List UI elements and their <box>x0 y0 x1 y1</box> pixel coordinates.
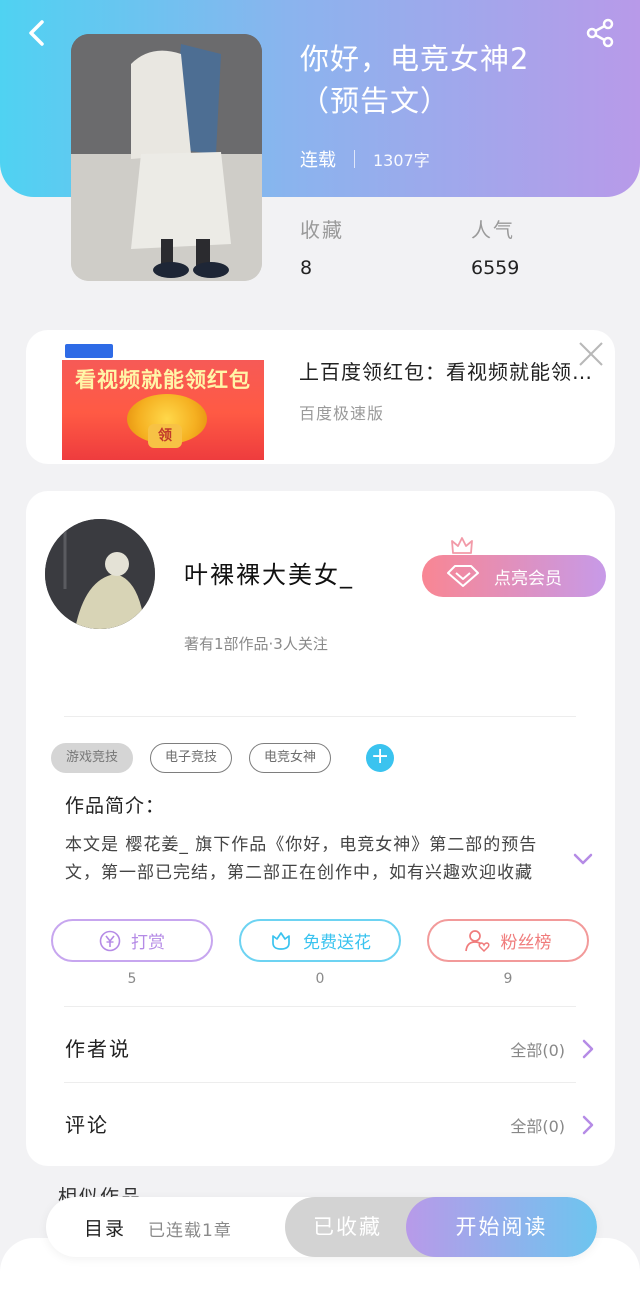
fan-count: 9 <box>503 971 513 987</box>
chevron-right-icon <box>582 1039 594 1059</box>
ad-brand-logo <box>65 344 113 358</box>
flower-count: 0 <box>315 971 325 987</box>
serial-status: 连载 <box>300 150 336 171</box>
tag-chip[interactable]: 电子竞技 <box>150 743 233 773</box>
reward-count: 5 <box>127 971 137 987</box>
send-flower-button[interactable]: 免费送花 <box>239 919 401 962</box>
vip-button-label: 点亮会员 <box>494 568 562 589</box>
divider <box>64 1082 576 1083</box>
comments-row[interactable]: 评论 全部(0) <box>65 1109 595 1139</box>
stat-value: 8 <box>300 257 313 279</box>
activate-vip-button[interactable]: 点亮会员 <box>422 555 606 597</box>
tag-list: 游戏竞技 电子竞技 电竞女神 + <box>51 743 395 773</box>
divider <box>64 1006 576 1007</box>
author-says-row[interactable]: 作者说 全部(0) <box>65 1033 595 1063</box>
book-detail-card: 叶裸裸大美女_ 著有1部作品·3人关注 点亮会员 游戏竞技 电子竞技 电竞女神 … <box>26 491 615 1166</box>
send-flower-label: 免费送花 <box>303 933 371 953</box>
table-of-contents-button[interactable]: 目录 <box>84 1214 126 1241</box>
stat-popularity: 人气 6559 <box>471 214 519 279</box>
chapter-status[interactable]: 已连载1章 <box>148 1216 232 1241</box>
book-meta: 连载 1307字 <box>300 146 430 172</box>
ad-image[interactable]: 看视频就能领红包 领 <box>62 342 264 460</box>
comments-label: 评论 <box>65 1113 109 1137</box>
chevron-right-icon <box>582 1115 594 1135</box>
stat-label: 收藏 <box>300 218 344 242</box>
tag-chip[interactable]: 游戏竞技 <box>51 743 134 773</box>
divider <box>64 716 576 717</box>
ad-image-slogan: 看视频就能领红包 <box>75 368 251 392</box>
close-icon[interactable] <box>577 340 605 368</box>
ad-image-seal: 领 <box>148 424 182 448</box>
fan-ranking-button[interactable]: 粉丝榜 <box>427 919 589 962</box>
author-meta: 著有1部作品·3人关注 <box>184 635 328 653</box>
tag-chip[interactable]: 电竞女神 <box>249 743 332 773</box>
fan-ranking-label: 粉丝榜 <box>500 933 552 953</box>
flower-icon <box>272 931 290 950</box>
reward-label: 打赏 <box>131 933 165 953</box>
cover-illustration <box>71 34 262 281</box>
add-tag-plus-icon[interactable]: + <box>366 744 395 772</box>
intro-text: 本文是 樱花姜_ 旗下作品《你好，电竞女神》第二部的预告文，第一部已完结，第二部… <box>65 835 538 883</box>
author-name[interactable]: 叶裸裸大美女_ <box>184 555 354 590</box>
ad-subtitle: 百度极速版 <box>299 404 385 423</box>
crown-icon <box>451 537 473 557</box>
start-reading-button[interactable]: 开始阅读 <box>406 1197 597 1257</box>
stat-label: 人气 <box>471 218 515 242</box>
reward-button[interactable]: 打赏 <box>51 919 213 962</box>
author-says-count: 全部(0) <box>510 1041 565 1060</box>
comments-count: 全部(0) <box>510 1117 565 1136</box>
intro-label: 作品简介： <box>65 795 166 817</box>
yen-coin-icon <box>99 930 121 951</box>
book-title-line1: 你好，电竞女神2 <box>300 42 530 76</box>
word-count: 1307字 <box>373 151 430 170</box>
back-arrow-icon[interactable] <box>22 18 52 48</box>
ad-card[interactable]: 看视频就能领红包 领 上百度领红包：看视频就能领现金 百度极速版 <box>26 330 615 464</box>
user-heart-icon <box>464 929 490 952</box>
book-title: 你好，电竞女神2 （预告文） <box>300 38 600 122</box>
stat-value: 6559 <box>471 257 520 279</box>
chevron-down-icon[interactable] <box>572 851 594 867</box>
avatar-illustration <box>45 519 155 629</box>
meta-separator <box>354 150 355 168</box>
book-title-line2: （预告文） <box>300 84 451 118</box>
book-cover-image[interactable] <box>71 34 262 281</box>
stat-favorites: 收藏 8 <box>300 214 344 279</box>
author-avatar[interactable] <box>45 519 155 629</box>
diamond-icon <box>447 565 479 587</box>
ad-title[interactable]: 上百度领红包：看视频就能领现金 <box>299 356 599 385</box>
author-says-label: 作者说 <box>65 1037 131 1061</box>
bottom-action-bar: 目录 已连载1章 已收藏 开始阅读 <box>46 1197 597 1257</box>
